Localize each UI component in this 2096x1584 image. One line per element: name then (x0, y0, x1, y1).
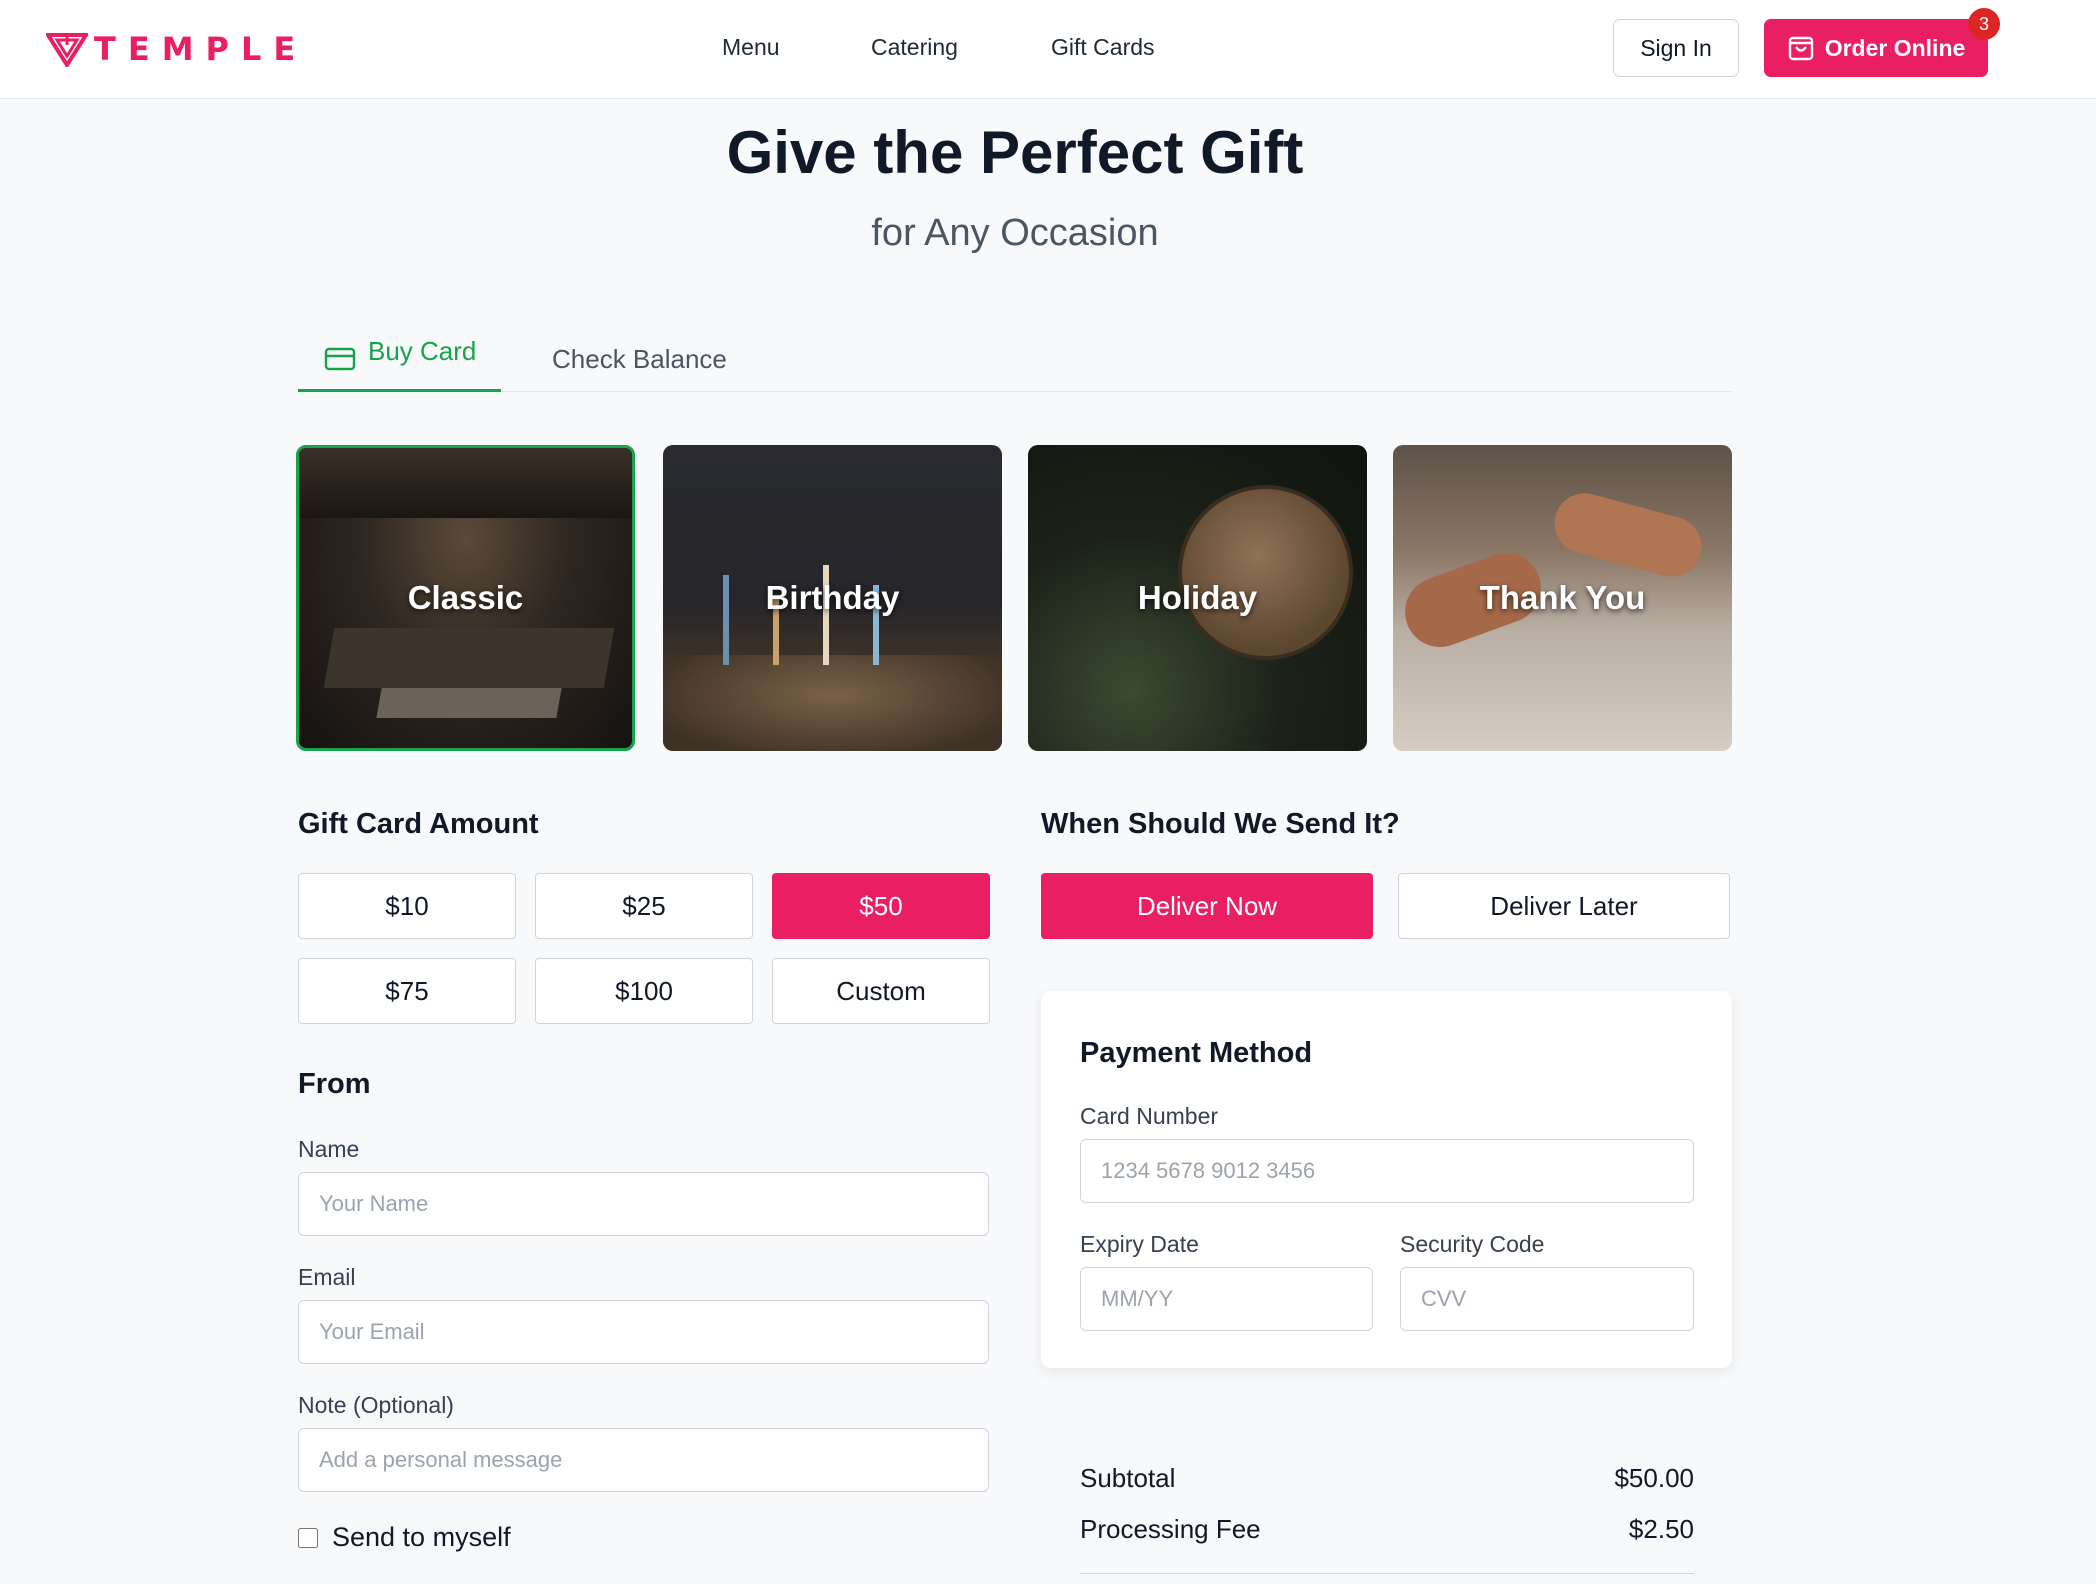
send-to-myself-label: Send to myself (332, 1522, 511, 1552)
design-card-birthday[interactable]: Birthday (663, 445, 1002, 751)
expiry-input[interactable] (1080, 1267, 1373, 1331)
processing-fee-label: Processing Fee (1080, 1514, 1261, 1544)
payment-section-title: Payment Method (1080, 1037, 1313, 1069)
subtotal-row: Subtotal $50.00 (1080, 1463, 1694, 1494)
note-label: Note (Optional) (298, 1392, 454, 1418)
design-card-label: Classic (407, 579, 524, 616)
design-card-holiday[interactable]: Holiday (1028, 445, 1367, 751)
page-title: Give the Perfect Gift (726, 119, 1304, 186)
processing-fee-row: Processing Fee $2.50 (1080, 1514, 1694, 1545)
amount-10-button[interactable]: $10 (298, 873, 516, 939)
email-label: Email (298, 1264, 356, 1290)
nav-menu[interactable]: Menu (722, 34, 780, 61)
tab-buy-card[interactable]: Buy Card (298, 336, 501, 392)
subtotal-label: Subtotal (1080, 1463, 1176, 1493)
email-input[interactable] (298, 1300, 989, 1364)
tab-check-balance[interactable]: Check Balance (552, 344, 727, 375)
security-code-label: Security Code (1400, 1231, 1545, 1257)
send-to-myself-row: Send to myself (298, 1522, 511, 1553)
design-card-label: Holiday (1137, 579, 1258, 616)
tabs-divider (298, 391, 1732, 392)
amount-custom-button[interactable]: Custom (772, 958, 990, 1024)
shopping-bag-icon (1788, 36, 1813, 61)
design-card-label: Thank You (1479, 579, 1646, 616)
amount-section-title: Gift Card Amount (298, 808, 539, 840)
nav-catering[interactable]: Catering (871, 34, 958, 61)
note-input[interactable] (298, 1428, 989, 1492)
security-code-input[interactable] (1400, 1267, 1694, 1331)
order-online-button[interactable]: Order Online (1764, 19, 1988, 77)
name-label: Name (298, 1136, 360, 1162)
delivery-section-title: When Should We Send It? (1041, 808, 1400, 840)
design-card-thank-you[interactable]: Thank You (1393, 445, 1732, 751)
sign-in-button[interactable]: Sign In (1613, 19, 1739, 77)
cart-count-badge: 3 (1968, 8, 2000, 40)
tab-buy-card-label: Buy Card (368, 336, 477, 366)
amount-25-button[interactable]: $25 (535, 873, 753, 939)
send-to-myself-checkbox[interactable] (298, 1527, 318, 1548)
page-subtitle: for Any Occasion (871, 212, 1159, 254)
processing-fee-value: $2.50 (1628, 1514, 1694, 1544)
name-input[interactable] (298, 1172, 989, 1236)
credit-card-icon (324, 347, 356, 371)
amount-100-button[interactable]: $100 (535, 958, 753, 1024)
design-card-classic[interactable]: Classic (296, 445, 635, 751)
summary-divider (1080, 1573, 1694, 1574)
amount-50-button[interactable]: $50 (772, 873, 990, 939)
order-online-label: Order Online (1824, 34, 1966, 61)
card-number-input[interactable] (1080, 1139, 1694, 1203)
expiry-label: Expiry Date (1080, 1231, 1199, 1257)
amount-75-button[interactable]: $75 (298, 958, 516, 1024)
design-card-label: Birthday (765, 579, 900, 616)
logo-text: TEMPLE (94, 30, 308, 68)
deliver-later-button[interactable]: Deliver Later (1398, 873, 1730, 939)
logo[interactable]: TEMPLE (46, 30, 307, 68)
nav-gift-cards[interactable]: Gift Cards (1051, 34, 1155, 61)
deliver-now-button[interactable]: Deliver Now (1041, 873, 1373, 939)
site-header: TEMPLE Menu Catering Gift Cards Sign In … (0, 0, 2096, 99)
logo-icon (46, 33, 88, 67)
card-number-label: Card Number (1080, 1103, 1219, 1129)
from-section-title: From (298, 1068, 371, 1100)
subtotal-value: $50.00 (1614, 1463, 1694, 1493)
